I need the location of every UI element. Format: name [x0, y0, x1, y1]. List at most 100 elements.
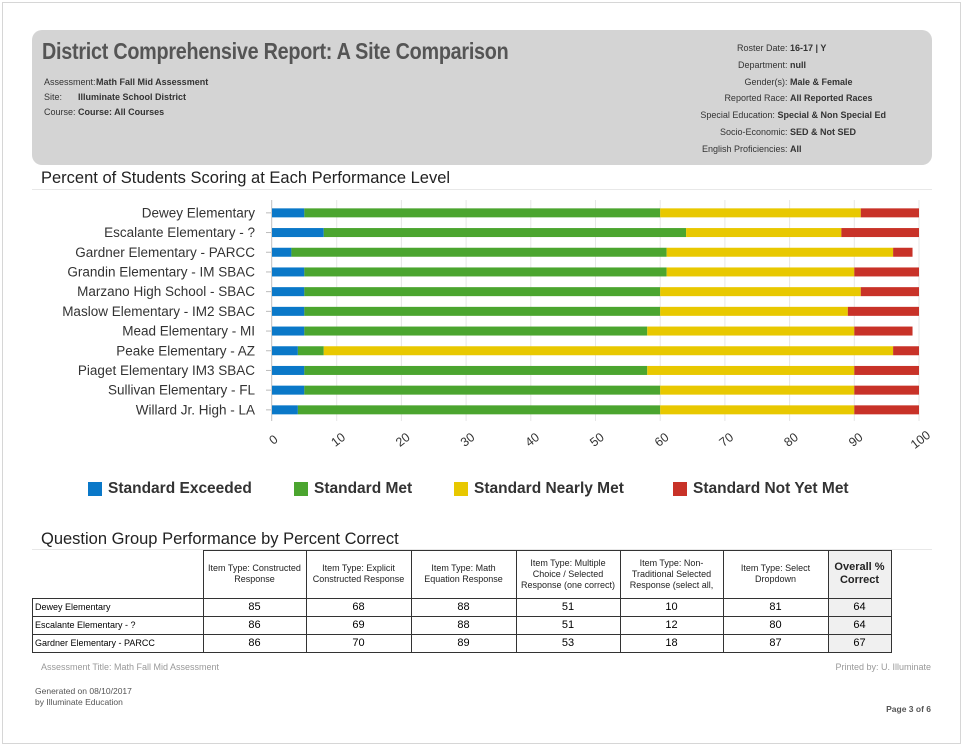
table-cell: 69 — [305, 615, 412, 635]
category-label: Escalante Elementary - ? — [104, 225, 255, 240]
table-cell: 85 — [202, 597, 307, 617]
bar-segment — [854, 385, 919, 395]
bar-segment — [854, 405, 919, 415]
bar-segment — [647, 326, 855, 336]
table-header-explicit-constructed: Item Type: Explicit Constructed Response — [305, 550, 412, 599]
table-cell-site: Escalante Elementary - ? — [32, 615, 204, 635]
performance-section-rule — [32, 189, 932, 190]
bar-segment — [272, 267, 305, 277]
bar-segment — [272, 326, 305, 336]
bar-segment — [297, 405, 661, 415]
report-header: District Comprehensive Report: A Site Co… — [32, 30, 932, 165]
x-tick-label: 30 — [458, 430, 478, 450]
meta-race: Reported Race: All Reported Races — [724, 93, 873, 104]
category-label: Piaget Elementary IM3 SBAC — [78, 363, 255, 378]
bar-segment — [854, 365, 919, 375]
assessment-meta: Assessment:Math Fall Mid Assessment Site… — [44, 75, 208, 120]
question-section-title: Question Group Performance by Percent Co… — [41, 530, 399, 548]
meta-site: Site: Illuminate School District — [44, 92, 187, 102]
x-tick-label: 60 — [652, 430, 672, 450]
legend-swatch-met — [294, 482, 308, 496]
legend-swatch-exceeded — [88, 482, 102, 496]
table-cell: 68 — [305, 597, 412, 617]
bar-segment — [860, 287, 919, 297]
table-cell: 18 — [619, 633, 724, 653]
bar-segment — [291, 247, 667, 257]
bar-segment — [297, 346, 324, 356]
legend-item-exceeded: Standard Exceeded — [88, 480, 252, 498]
table-cell: 12 — [619, 615, 724, 635]
bar-segment — [647, 365, 855, 375]
x-tick-label: 90 — [846, 430, 866, 450]
footer-printed-by: Printed by: U. Illuminate — [835, 662, 931, 672]
table-header-math-equation: Item Type: Math Equation Response — [410, 550, 517, 599]
bar-segment — [272, 385, 305, 395]
table-header-overall: Overall % Correct — [827, 550, 892, 599]
category-label: Grandin Elementary - IM SBAC — [67, 264, 255, 279]
category-label: Gardner Elementary - PARCC — [75, 245, 255, 260]
performance-bar-chart: Dewey Elementary Escalante Elementary - ?… — [62, 200, 932, 452]
table-header-constructed: Item Type: Constructed Response — [202, 550, 307, 599]
bar-segment — [660, 287, 861, 297]
report-title: District Comprehensive Report: A Site Co… — [42, 38, 509, 64]
meta-course: Course: Course: All Courses — [44, 107, 165, 117]
bar-segment — [686, 228, 842, 238]
meta-roster-date: Roster Date: 16-17 | Y — [736, 43, 827, 53]
x-tick-label: 20 — [393, 430, 413, 450]
footer-assessment-title: Assessment Title: Math Fall Mid Assessme… — [41, 662, 220, 672]
table-header-multiple-choice: Item Type: Multiple Choice / Selected Re… — [515, 550, 621, 599]
bar-segment — [304, 267, 667, 277]
table-cell: 70 — [305, 633, 412, 653]
x-tick-label: 80 — [781, 430, 801, 450]
legend-swatch-not-yet-met — [673, 482, 687, 496]
category-label: Marzano High School - SBAC — [77, 284, 255, 299]
table-cell-site: Dewey Elementary — [32, 597, 204, 617]
legend-item-nearly-met: Standard Nearly Met — [454, 480, 624, 498]
filter-meta: Roster Date: 16-17 | Y Department: null … — [700, 40, 886, 158]
table-cell-site: Gardner Elementary - PARCC — [32, 633, 204, 653]
bar-segment — [666, 267, 855, 277]
chart-legend: Standard Exceeded Standard Met Standard … — [88, 480, 888, 500]
footer-generated: Generated on 08/10/2017 by Illuminate Ed… — [35, 686, 132, 708]
bar-segment — [323, 346, 894, 356]
table-cell: 51 — [515, 615, 621, 635]
table-cell: 53 — [515, 633, 621, 653]
category-label: Dewey Elementary — [142, 205, 256, 220]
bar-segment — [323, 228, 687, 238]
bar-segment — [272, 365, 305, 375]
meta-socio-economic: Socio-Economic: SED & Not SED — [719, 126, 857, 137]
category-label: Willard Jr. High - LA — [136, 402, 255, 417]
bar-segment — [660, 306, 848, 316]
bar-segment — [304, 385, 661, 395]
bar-segment — [272, 287, 305, 297]
bar-segment — [854, 267, 919, 277]
table-header-non-traditional: Item Type: Non-Traditional Selected Resp… — [619, 550, 724, 599]
bar-segment — [860, 208, 919, 218]
meta-english-proficiency: English Proficiencies: All — [701, 143, 802, 154]
table-row: Escalante Elementary - ? 86 69 88 51 12 … — [32, 615, 892, 635]
table-cell-overall: 64 — [827, 615, 892, 635]
question-group-table: Item Type: Constructed Response Item Typ… — [32, 550, 892, 653]
x-tick-label: 0 — [266, 432, 280, 447]
meta-gender: Gender(s): Male & Female — [744, 76, 853, 87]
bar-segment — [304, 287, 661, 297]
bar-segment — [304, 365, 648, 375]
bar-segment — [304, 306, 661, 316]
table-header-site — [32, 550, 203, 599]
x-tick-label: 10 — [328, 430, 348, 450]
bar-segment — [272, 247, 292, 257]
bar-segment — [272, 306, 305, 316]
table-row: Dewey Elementary 85 68 88 51 10 81 64 — [32, 597, 892, 617]
table-cell: 88 — [410, 615, 517, 635]
bar-segment — [841, 228, 919, 238]
x-tick-label: 50 — [587, 430, 607, 450]
bar-segment — [666, 247, 894, 257]
table-cell-overall: 67 — [827, 633, 892, 653]
table-cell: 89 — [410, 633, 517, 653]
bar-segment — [304, 208, 661, 218]
table-cell-overall: 64 — [827, 597, 892, 617]
x-tick-label: 70 — [717, 430, 737, 450]
bar-segment — [893, 247, 913, 257]
legend-swatch-nearly-met — [454, 482, 468, 496]
category-label: Mead Elementary - MI — [122, 324, 255, 339]
